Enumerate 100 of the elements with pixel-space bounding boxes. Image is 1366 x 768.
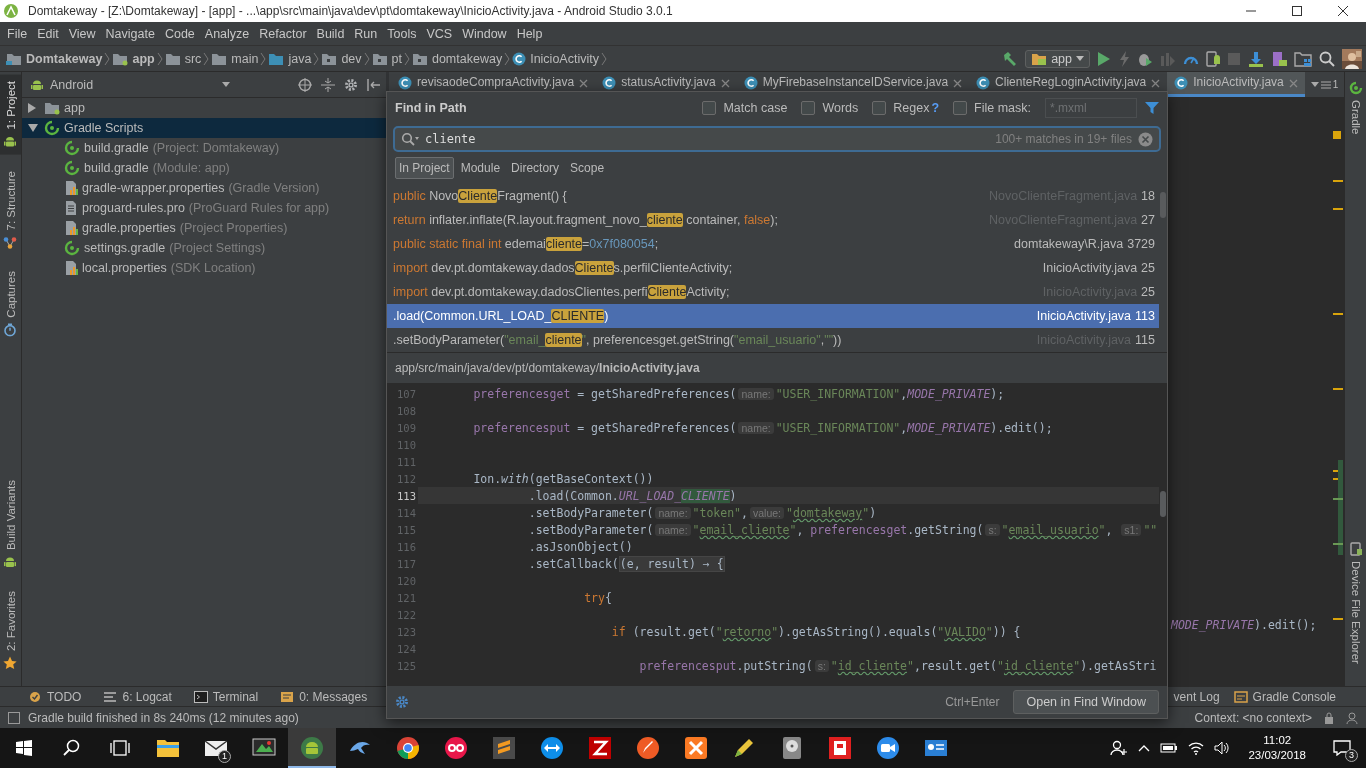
menu-item[interactable]: Code bbox=[159, 26, 200, 41]
start-icon[interactable] bbox=[16, 740, 32, 756]
tool-window-tab[interactable]: 7: Structure bbox=[0, 164, 21, 256]
scope-tab[interactable]: In Project bbox=[395, 157, 454, 179]
scope-tab[interactable]: Scope bbox=[566, 157, 609, 179]
volume-icon[interactable] bbox=[1214, 741, 1231, 755]
scope-tab[interactable]: Module bbox=[456, 157, 505, 179]
view-dropdown[interactable]: Android bbox=[30, 77, 230, 92]
task-view-icon[interactable] bbox=[110, 740, 130, 756]
tree-item[interactable]: gradle.properties (Project Properties) bbox=[22, 218, 386, 238]
tree-item[interactable]: settings.gradle (Project Settings) bbox=[22, 238, 386, 258]
menu-item[interactable]: Analyze bbox=[199, 26, 255, 41]
clear-icon[interactable] bbox=[1138, 131, 1153, 147]
taskbar-button[interactable] bbox=[288, 728, 336, 768]
tree-item[interactable]: local.properties (SDK Location) bbox=[22, 258, 386, 278]
menu-item[interactable]: Help bbox=[511, 26, 548, 41]
open-in-find-window-button[interactable]: Open in Find Window bbox=[1013, 690, 1159, 714]
chevron-up-icon[interactable] bbox=[1138, 744, 1151, 752]
breadcrumb-item[interactable]: java bbox=[266, 51, 314, 66]
tool-window-button[interactable]: vent Log bbox=[1173, 689, 1220, 704]
tree-item[interactable]: Gradle Scripts bbox=[22, 118, 386, 138]
tool-window-button[interactable]: 6: Logcat bbox=[103, 689, 172, 704]
class-icon bbox=[976, 76, 991, 90]
download-icon[interactable] bbox=[1248, 50, 1264, 67]
tool-window-tab[interactable]: 1: Project bbox=[0, 75, 21, 155]
collapse-icon[interactable] bbox=[321, 77, 335, 92]
breadcrumb-item[interactable]: src bbox=[162, 51, 204, 66]
tree-item[interactable]: build.gradle (Module: app) bbox=[22, 158, 386, 178]
option-checkbox[interactable]: Words bbox=[801, 101, 859, 115]
tool-window-tab[interactable]: 2: Favorites bbox=[0, 584, 21, 676]
breadcrumb-item[interactable]: Domtakeway bbox=[4, 51, 105, 66]
search-icon[interactable] bbox=[63, 739, 81, 757]
editor-tab[interactable]: ClienteRegLoginActivity.java bbox=[969, 72, 1168, 97]
phone-icon[interactable] bbox=[1206, 50, 1220, 67]
scope-tab[interactable]: Directory bbox=[507, 157, 564, 179]
tool-window-button[interactable]: 0: Messages bbox=[280, 689, 368, 704]
battery-icon[interactable] bbox=[1160, 742, 1179, 754]
breadcrumb-item[interactable]: InicioActivity bbox=[510, 51, 601, 66]
result-row[interactable]: import dev.pt.domtakeway.dadosClientes.perfilClienteActivity; InicioActivity.java 25 bbox=[387, 256, 1159, 280]
editor-tab[interactable]: MyFirebaseInstanceIDService.java bbox=[736, 72, 970, 97]
breadcrumb-item[interactable]: domtakeway bbox=[409, 51, 505, 66]
person-icon[interactable] bbox=[1346, 711, 1358, 724]
tool-window-button[interactable]: TODO bbox=[28, 689, 82, 704]
window-grid-icon[interactable] bbox=[1294, 50, 1312, 67]
android-icon[interactable] bbox=[300, 736, 324, 760]
wifi-icon[interactable] bbox=[1188, 741, 1205, 755]
search-icon[interactable] bbox=[1319, 50, 1335, 67]
close-icon[interactable] bbox=[1338, 6, 1348, 16]
clock[interactable]: 11:02 23/03/2018 bbox=[1240, 733, 1314, 763]
filter-icon[interactable] bbox=[1145, 101, 1159, 115]
menu-item[interactable]: VCS bbox=[421, 26, 458, 41]
context-indicator[interactable]: Context: <no context> bbox=[1194, 710, 1312, 725]
option-checkbox[interactable]: Match case bbox=[702, 101, 788, 115]
menu-item[interactable]: Navigate bbox=[100, 26, 160, 41]
pen-icon bbox=[732, 736, 756, 760]
tool-window-button[interactable]: Terminal bbox=[193, 689, 259, 704]
tab-list-button[interactable]: 1 bbox=[1310, 72, 1339, 97]
option-checkbox[interactable]: Regex bbox=[872, 101, 930, 115]
tool-window-tab[interactable]: Build Variants bbox=[0, 473, 21, 575]
menu-item[interactable]: Refactor bbox=[254, 26, 312, 41]
search-input[interactable]: cliente bbox=[425, 132, 990, 146]
people-icon[interactable] bbox=[1110, 740, 1129, 756]
menu-item[interactable]: Run bbox=[349, 26, 383, 41]
notification-icon[interactable] bbox=[1333, 740, 1351, 756]
editor-tab[interactable]: statusActivity.java bbox=[595, 72, 737, 97]
breadcrumb-item[interactable]: dev bbox=[319, 51, 364, 66]
panel-toggle-icon[interactable] bbox=[8, 711, 20, 724]
crosshair-icon[interactable] bbox=[298, 77, 312, 92]
search-field[interactable]: cliente 100+ matches in 19+ files bbox=[393, 126, 1161, 152]
menu-item[interactable]: Build bbox=[311, 26, 350, 41]
tree-item[interactable]: proguard-rules.pro (ProGuard Rules for app) bbox=[22, 198, 386, 218]
play-icon[interactable] bbox=[1097, 50, 1111, 67]
tool-window-button[interactable]: Gradle Console bbox=[1233, 689, 1336, 704]
editor-tab[interactable]: revisaodeCompraActivity.java bbox=[391, 72, 596, 97]
hide-icon[interactable] bbox=[367, 77, 381, 92]
tool-window-tab[interactable]: Gradle bbox=[1345, 75, 1366, 141]
line-number: 110 bbox=[396, 438, 417, 451]
tool-window-tab[interactable]: Device File Explorer bbox=[1345, 536, 1366, 670]
device-icon[interactable] bbox=[1271, 50, 1287, 67]
taskbar-button[interactable]: 1 bbox=[192, 728, 240, 768]
tree-item[interactable]: app bbox=[22, 98, 386, 118]
maximize-icon[interactable] bbox=[1292, 6, 1302, 16]
run-config-dropdown[interactable]: app bbox=[1025, 49, 1090, 68]
breadcrumb-item[interactable]: app bbox=[110, 51, 157, 66]
menu-item[interactable]: Edit bbox=[32, 26, 64, 41]
tool-window-tab[interactable]: Captures bbox=[0, 265, 21, 343]
lock-icon[interactable] bbox=[1324, 711, 1334, 724]
editor-tab[interactable]: InicioActivity.java bbox=[1167, 72, 1305, 97]
breadcrumb-item[interactable]: pt bbox=[369, 51, 404, 66]
menu-item[interactable]: Tools bbox=[382, 26, 422, 41]
hammer-icon[interactable] bbox=[1002, 50, 1019, 67]
menu-item[interactable]: File bbox=[2, 26, 33, 41]
tree-item[interactable]: gradle-wrapper.properties (Gradle Version) bbox=[22, 178, 386, 198]
menu-item[interactable]: Window bbox=[457, 26, 512, 41]
menu-item[interactable]: View bbox=[63, 26, 101, 41]
tree-item[interactable]: build.gradle (Project: Domtakeway) bbox=[22, 138, 386, 158]
folder-icon bbox=[164, 51, 181, 66]
help-link[interactable]: ? bbox=[931, 101, 940, 115]
breadcrumb-item[interactable]: main bbox=[209, 51, 261, 66]
option-checkbox[interactable]: File mask: bbox=[953, 101, 1031, 115]
